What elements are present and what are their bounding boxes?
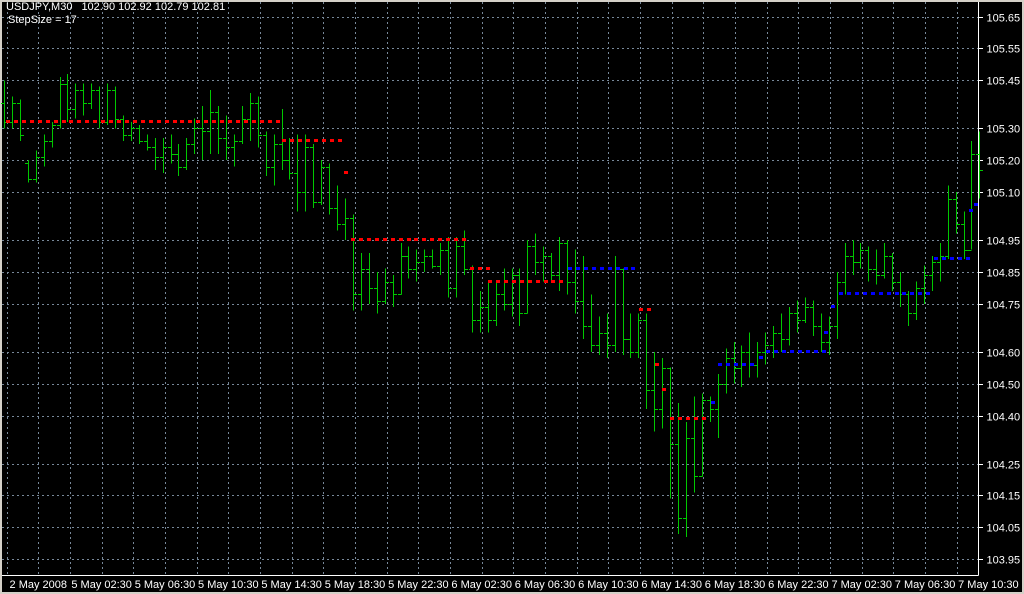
chart-title-line: USDJPY,M30 102.90 102.92 102.79 102.81 bbox=[6, 1, 225, 13]
chart-ohlc-values: 102.90 102.92 102.79 102.81 bbox=[81, 1, 226, 13]
chart-title-overlay: USDJPY,M30 102.90 102.92 102.79 102.81 St… bbox=[6, 1, 225, 26]
chart-symbol-period: USDJPY,M30 bbox=[6, 1, 73, 13]
time-axis[interactable] bbox=[0, 575, 1024, 594]
price-axis[interactable] bbox=[978, 0, 1024, 577]
indicator-label: StepSize = 17 bbox=[8, 14, 77, 26]
price-chart[interactable]: 105.65105.55105.45105.30105.20105.10104.… bbox=[0, 0, 1024, 594]
